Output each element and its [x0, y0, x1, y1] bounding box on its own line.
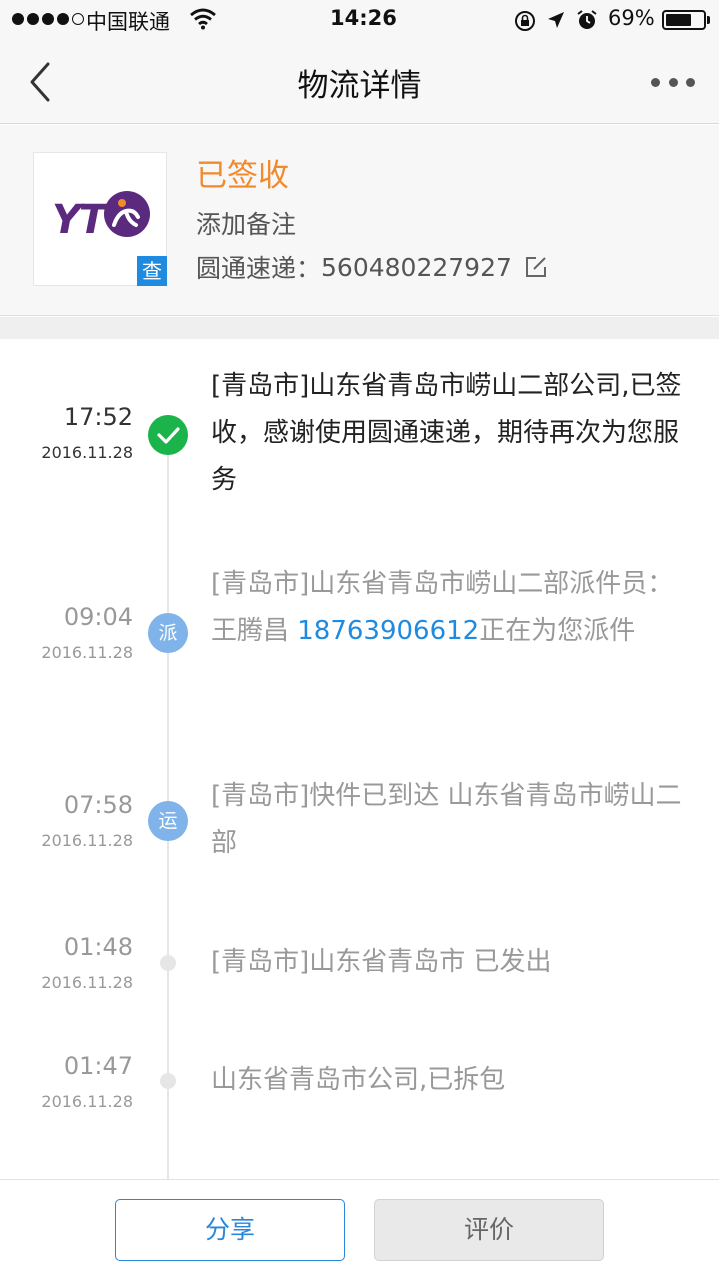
- nav-bar: 物流详情: [0, 40, 719, 124]
- event-time: 09:04: [63, 603, 133, 631]
- more-button[interactable]: [647, 70, 699, 94]
- event-text: [青岛市]快件已到达 山东省青岛市崂山二部: [211, 781, 682, 858]
- logistics-timeline: 17:52 2016.11.28 [青岛市]山东省青岛市崂山二部公司,已签收，感…: [0, 339, 719, 1179]
- page-title: 物流详情: [297, 68, 422, 104]
- event-text: 山东省青岛市公司,已拆包: [211, 1065, 506, 1095]
- transport-icon: 运: [148, 801, 188, 841]
- action-bar: 分享 评价: [0, 1179, 719, 1280]
- battery-level-fill: [666, 14, 691, 26]
- delivery-status: 已签收: [196, 158, 289, 194]
- event-date: 2016.11.28: [41, 973, 133, 992]
- event-date: 2016.11.28: [41, 831, 133, 850]
- status-bar: 中国联通 14:26 69%: [0, 0, 719, 40]
- battery-tip: [707, 16, 710, 24]
- event-date: 2016.11.28: [41, 443, 133, 462]
- signal-dots-icon: [12, 13, 84, 25]
- node-dot-icon: [160, 955, 176, 971]
- event-date: 2016.11.28: [41, 1092, 133, 1111]
- courier-phone-link[interactable]: 18763906612: [297, 616, 479, 646]
- rate-button[interactable]: 评价: [374, 1199, 604, 1261]
- package-summary: YT 已签收 添加备注 圆通速递： 560480227927: [0, 125, 719, 316]
- location-arrow-icon: [548, 12, 564, 28]
- alarm-icon: [577, 10, 597, 29]
- add-remark-link[interactable]: 添加备注: [196, 205, 296, 241]
- section-divider: [0, 317, 719, 339]
- carrier-name: 中国联通: [86, 10, 170, 34]
- clock-time: 14:26: [330, 6, 397, 30]
- carrier-label: 圆通速递：: [196, 254, 322, 283]
- event-time: 07:58: [63, 791, 133, 819]
- dispatch-icon: 派: [148, 613, 188, 653]
- tracking-info: 圆通速递： 560480227927: [196, 249, 548, 285]
- event-time: 01:47: [63, 1052, 133, 1080]
- tracking-number: 560480227927: [321, 252, 512, 282]
- event-date: 2016.11.28: [41, 643, 133, 662]
- more-dots-icon: [651, 77, 660, 87]
- check-icon: [148, 415, 188, 455]
- logo-text: YT: [52, 197, 106, 243]
- event-text: [青岛市]山东省青岛市崂山二部公司,已签收，感谢使用圆通速递，期待再次为您服务: [211, 371, 682, 495]
- battery-icon: [662, 10, 706, 30]
- share-button[interactable]: 分享: [115, 1199, 345, 1261]
- wifi-icon: [190, 8, 216, 30]
- query-badge[interactable]: 查: [137, 256, 167, 286]
- node-dot-icon: [160, 1073, 176, 1089]
- rotation-lock-icon: [515, 11, 535, 31]
- event-text-after: 正在为您派件: [479, 616, 636, 646]
- event-time: 01:48: [63, 933, 133, 961]
- event-text: [青岛市]山东省青岛市崂山二部派件员：王腾昌 18763906612正在为您派件: [211, 561, 691, 655]
- event-text: [青岛市]山东省青岛市 已发出: [211, 947, 552, 977]
- event-time: 17:52: [63, 403, 133, 431]
- battery-percent: 69%: [608, 6, 655, 30]
- logo-runner-icon: [104, 191, 150, 237]
- edit-icon[interactable]: [524, 255, 548, 279]
